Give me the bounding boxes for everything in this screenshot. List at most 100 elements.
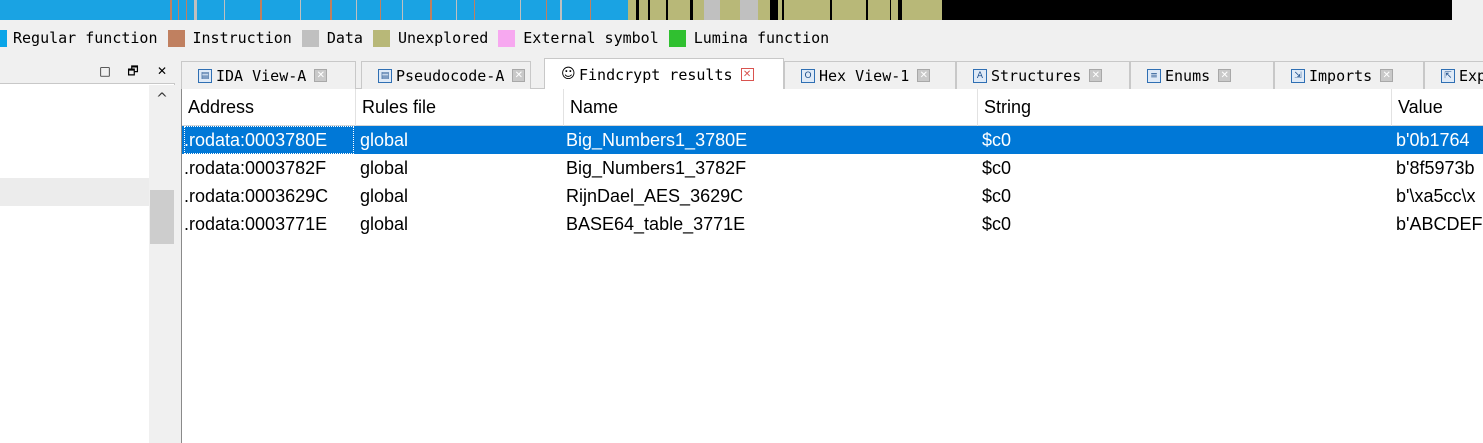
tab-hex-view[interactable]: O Hex View-1 ✕ xyxy=(784,61,956,89)
tab-findcrypt[interactable]: ☺ Findcrypt results ✕ xyxy=(544,58,784,90)
cell-string: $c0 xyxy=(982,214,1012,234)
navigation-band-segment xyxy=(942,0,958,20)
navigation-band-segment xyxy=(402,0,403,20)
imports-icon: ⇲ xyxy=(1291,68,1305,83)
navigation-band-segment xyxy=(690,0,693,20)
cell-string: $c0 xyxy=(982,130,1012,150)
column-header-rules-file[interactable]: Rules file xyxy=(356,89,564,126)
restore-icon[interactable]: □ xyxy=(96,62,114,80)
tab-close-icon[interactable]: ✕ xyxy=(1380,69,1394,82)
navigation-band-segment xyxy=(456,0,457,20)
tab-label: Imports xyxy=(1309,66,1373,85)
left-panel-scrollbar[interactable]: ^ xyxy=(149,85,175,443)
cell-name: RijnDael_AES_3629C xyxy=(566,186,744,206)
pseudocode-icon: ▤ xyxy=(378,68,392,83)
table-row[interactable]: .rodata:0003780E global Big_Numbers1_3780E… xyxy=(182,126,1483,154)
navigation-band-segment xyxy=(430,0,432,20)
column-header-string[interactable]: String xyxy=(978,89,1392,126)
table-row[interactable]: .rodata:0003771E global BASE64_table_3771E… xyxy=(182,210,1483,238)
legend-swatch xyxy=(372,29,390,47)
column-header-name[interactable]: Name xyxy=(564,89,978,126)
legend-swatch xyxy=(498,29,516,47)
tab-close-icon[interactable]: ✕ xyxy=(314,69,328,82)
tab-bar: ▤ IDA View-A ✕ ▤ Pseudocode-A ✕ ☺ Findcrypt res… xyxy=(181,58,1483,90)
legend-swatch xyxy=(167,29,185,47)
legend-item: Instruction xyxy=(167,29,292,47)
cell-address: .rodata:0003629C xyxy=(184,186,329,206)
legend-item: Unexplored xyxy=(372,29,489,47)
tab-close-icon[interactable]: ✕ xyxy=(1218,69,1232,82)
navigation-band-segment xyxy=(590,0,591,20)
legend-label: Data xyxy=(326,29,363,47)
column-header-address[interactable]: Address xyxy=(182,89,356,126)
legend-item: External symbol xyxy=(498,29,659,47)
tab-structures[interactable]: A Structures ✕ xyxy=(956,61,1130,89)
tab-close-icon[interactable]: ✕ xyxy=(512,69,526,82)
left-panel-selected-row[interactable] xyxy=(0,178,149,206)
tab-close-icon[interactable]: ✕ xyxy=(917,69,931,82)
tab-close-icon[interactable]: ✕ xyxy=(740,68,754,81)
tab-label: Findcrypt results xyxy=(579,65,733,84)
column-header-value[interactable]: Value xyxy=(1392,89,1483,126)
navigation-band-segment xyxy=(194,0,197,20)
navigation-band-segment xyxy=(300,0,301,20)
tab-label: IDA View-A xyxy=(216,66,307,85)
tab-label: Pseudocode-A xyxy=(396,66,505,85)
cell-value: b'ABCDEF xyxy=(1396,214,1483,234)
table-header: Address Rules file Name String Value xyxy=(182,89,1483,126)
cell-value: b'0b1764 xyxy=(1396,130,1470,150)
navigation-band-segment xyxy=(356,0,357,20)
cell-address: .rodata:0003782F xyxy=(184,158,327,178)
navigation-band-segment xyxy=(330,0,332,20)
tab-label: Exp xyxy=(1459,66,1483,85)
legend-label: External symbol xyxy=(523,29,659,47)
navigation-band-segment xyxy=(636,0,639,20)
navigation-band-segment xyxy=(666,0,668,20)
navigation-band-segment xyxy=(648,0,650,20)
hex-view-icon: O xyxy=(801,68,815,83)
cell-name: Big_Numbers1_3780E xyxy=(566,130,748,150)
cell-string: $c0 xyxy=(982,158,1012,178)
navigation-band-segment xyxy=(958,0,1452,20)
table-row[interactable]: .rodata:0003629C global RijnDael_AES_3629C… xyxy=(182,182,1483,210)
navigation-band-segment xyxy=(560,0,562,20)
tab-imports[interactable]: ⇲ Imports ✕ xyxy=(1274,61,1424,89)
navigation-band-segment xyxy=(546,0,547,20)
legend-item: Lumina function xyxy=(668,29,830,47)
legend-swatch xyxy=(301,29,319,47)
float-icon[interactable]: 🗗 xyxy=(124,62,142,80)
navigation-band-segment xyxy=(170,0,172,20)
legend-swatch xyxy=(668,29,686,47)
navigation-band-segment xyxy=(866,0,868,20)
scroll-up-icon[interactable]: ^ xyxy=(149,89,175,109)
ida-view-icon: ▤ xyxy=(198,68,212,83)
close-icon[interactable]: ✕ xyxy=(153,62,171,80)
navigation-band-segment xyxy=(890,0,891,20)
tab-pseudocode[interactable]: ▤ Pseudocode-A ✕ xyxy=(361,61,531,89)
tab-ida-view[interactable]: ▤ IDA View-A ✕ xyxy=(181,61,356,89)
cell-name: BASE64_table_3771E xyxy=(566,214,746,234)
cell-address: .rodata:0003780E xyxy=(184,126,354,154)
legend-label: Lumina function xyxy=(693,29,830,47)
tab-close-icon[interactable]: ✕ xyxy=(1089,69,1103,82)
tab-exports[interactable]: ⇱ Exp xyxy=(1424,61,1483,89)
navigation-band[interactable] xyxy=(0,0,1452,20)
legend-swatch xyxy=(0,29,7,47)
navigation-band-segment xyxy=(260,0,262,20)
legend-item: Regular function xyxy=(0,29,158,47)
legend-label: Unexplored xyxy=(397,29,489,47)
legend-item: Data xyxy=(301,29,363,47)
navigation-band-segment xyxy=(186,0,187,20)
navigation-band-segment xyxy=(740,0,758,20)
cell-value: b'8f5973b xyxy=(1396,158,1475,178)
cell-value: b'\xa5cc\x xyxy=(1396,186,1476,206)
cell-name: Big_Numbers1_3782F xyxy=(566,158,747,178)
left-panel: □ 🗗 ✕ ^ xyxy=(0,58,175,443)
scroll-thumb[interactable] xyxy=(150,190,174,244)
enums-icon: ≡ xyxy=(1147,68,1161,83)
navigation-band-segment xyxy=(628,0,958,20)
table-row[interactable]: .rodata:0003782F global Big_Numbers1_3782F… xyxy=(182,154,1483,182)
tab-enums[interactable]: ≡ Enums ✕ xyxy=(1130,61,1274,89)
navigation-band-segment xyxy=(830,0,832,20)
navigation-band-segment xyxy=(380,0,381,20)
